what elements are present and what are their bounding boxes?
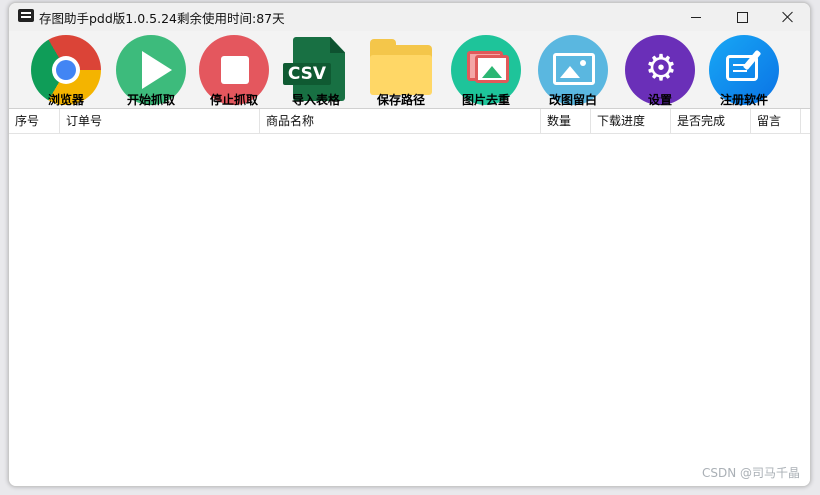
csv-tag: CSV (283, 63, 331, 85)
browser-button[interactable]: 浏览器 (29, 35, 103, 107)
column-header-download-progress[interactable]: 下载进度 (591, 109, 671, 133)
settings-label: 设置 (647, 93, 672, 107)
save-path-label: 保存路径 (376, 93, 425, 107)
column-header-quantity[interactable]: 数量 (541, 109, 591, 133)
maximize-button[interactable] (719, 3, 765, 31)
column-header-product-name[interactable]: 商品名称 (260, 109, 541, 133)
table-header: 序号 订单号 商品名称 数量 下载进度 是否完成 留言 (9, 109, 810, 134)
window-title: 存图助手pdd版1.0.5.24 (39, 11, 177, 26)
image-dedupe-button[interactable]: 图片去重 (449, 35, 523, 107)
column-header-completed[interactable]: 是否完成 (671, 109, 751, 133)
import-table-label: 导入表格 (291, 93, 340, 107)
watermark: CSDN @司马千晶 (701, 466, 800, 480)
remaining-time: 剩余使用时间:87天 (177, 11, 285, 26)
start-capture-label: 开始抓取 (126, 93, 175, 107)
stop-capture-label: 停止抓取 (209, 93, 258, 107)
image-dedupe-label: 图片去重 (461, 93, 510, 107)
close-button[interactable] (765, 3, 810, 31)
toolbar: 浏览器 开始抓取 停止抓取 CSV 导入表格 保存路径 图片去重 改图留白 ⚙ … (9, 31, 810, 107)
import-table-button[interactable]: CSV 导入表格 (279, 35, 353, 107)
column-header-order-no[interactable]: 订单号 (60, 109, 260, 133)
minimize-button[interactable] (673, 3, 719, 31)
close-icon (782, 11, 794, 23)
settings-button[interactable]: ⚙ 设置 (623, 35, 697, 107)
app-window: 存图助手pdd版1.0.5.24 剩余使用时间:87天 浏览器 开始抓取 停止抓… (8, 2, 811, 487)
order-table[interactable]: 序号 订单号 商品名称 数量 下载进度 是否完成 留言 CSDN @司马千晶 (9, 108, 810, 486)
save-path-button[interactable]: 保存路径 (364, 35, 438, 107)
edit-whitespace-label: 改图留白 (548, 93, 597, 107)
minimize-icon (691, 16, 701, 18)
maximize-icon (736, 11, 748, 23)
edit-whitespace-button[interactable]: 改图留白 (536, 35, 610, 107)
register-button[interactable]: 注册软件 (707, 35, 781, 107)
app-icon (18, 9, 34, 22)
browser-label: 浏览器 (47, 93, 84, 107)
start-capture-button[interactable]: 开始抓取 (114, 35, 188, 107)
title-bar[interactable]: 存图助手pdd版1.0.5.24 剩余使用时间:87天 (9, 3, 810, 31)
column-header-message[interactable]: 留言 (751, 109, 801, 133)
register-label: 注册软件 (719, 93, 768, 107)
stop-capture-button[interactable]: 停止抓取 (197, 35, 271, 107)
column-header-index[interactable]: 序号 (9, 109, 60, 133)
